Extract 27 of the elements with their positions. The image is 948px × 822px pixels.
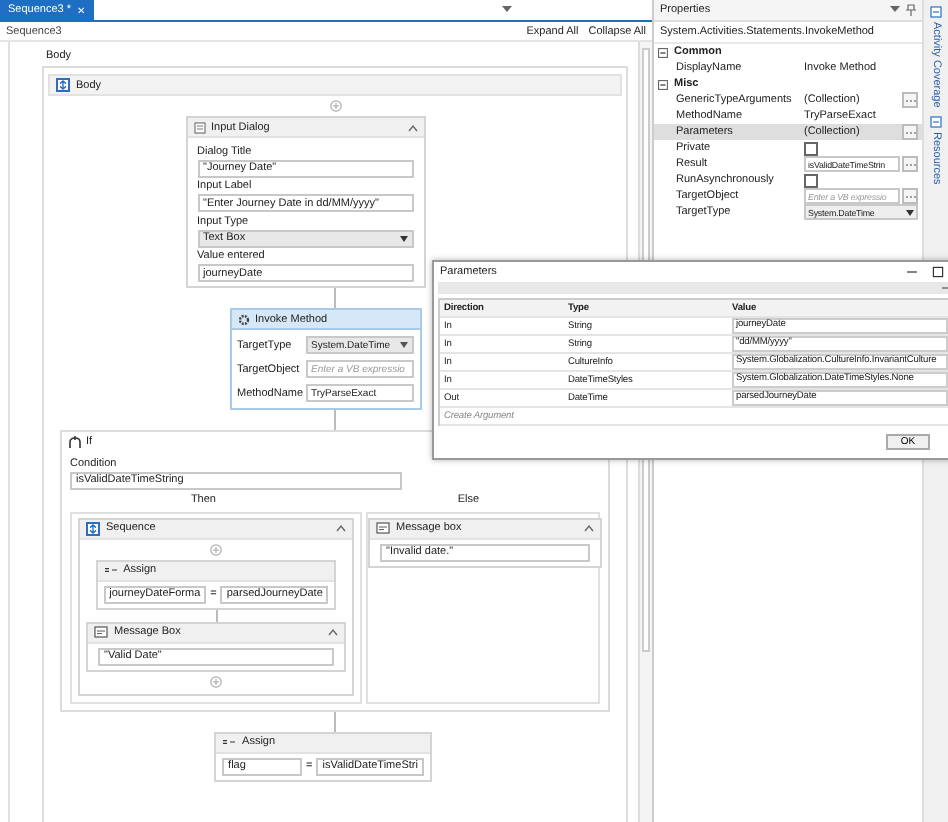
expander-icon[interactable]	[658, 47, 668, 57]
caret-icon	[906, 209, 914, 215]
caret-icon	[399, 235, 407, 241]
minus-icon[interactable]	[942, 286, 948, 290]
panel-icon	[930, 6, 942, 18]
collapse-icon[interactable]	[584, 524, 594, 532]
collapse-icon[interactable]	[336, 524, 346, 532]
message-icon	[376, 522, 390, 534]
maximize-icon[interactable]	[932, 266, 944, 278]
pin-icon[interactable]	[906, 4, 916, 16]
message-icon	[94, 626, 108, 638]
form-icon	[193, 121, 205, 133]
caret-icon[interactable]	[502, 6, 512, 14]
sequence-icon	[86, 521, 100, 535]
caret-icon[interactable]	[890, 6, 900, 14]
caret-icon	[399, 342, 407, 348]
assign-icon	[222, 738, 237, 746]
branch-icon	[68, 435, 82, 447]
sequence-icon	[56, 78, 70, 92]
assign-icon	[103, 566, 118, 574]
minimize-icon[interactable]	[906, 266, 918, 278]
expander-icon[interactable]	[658, 79, 668, 89]
checkbox[interactable]	[804, 141, 818, 155]
collapse-icon[interactable]	[328, 628, 338, 636]
checkbox[interactable]	[804, 173, 818, 187]
collapse-icon[interactable]	[407, 123, 417, 131]
panel-icon	[930, 115, 942, 128]
